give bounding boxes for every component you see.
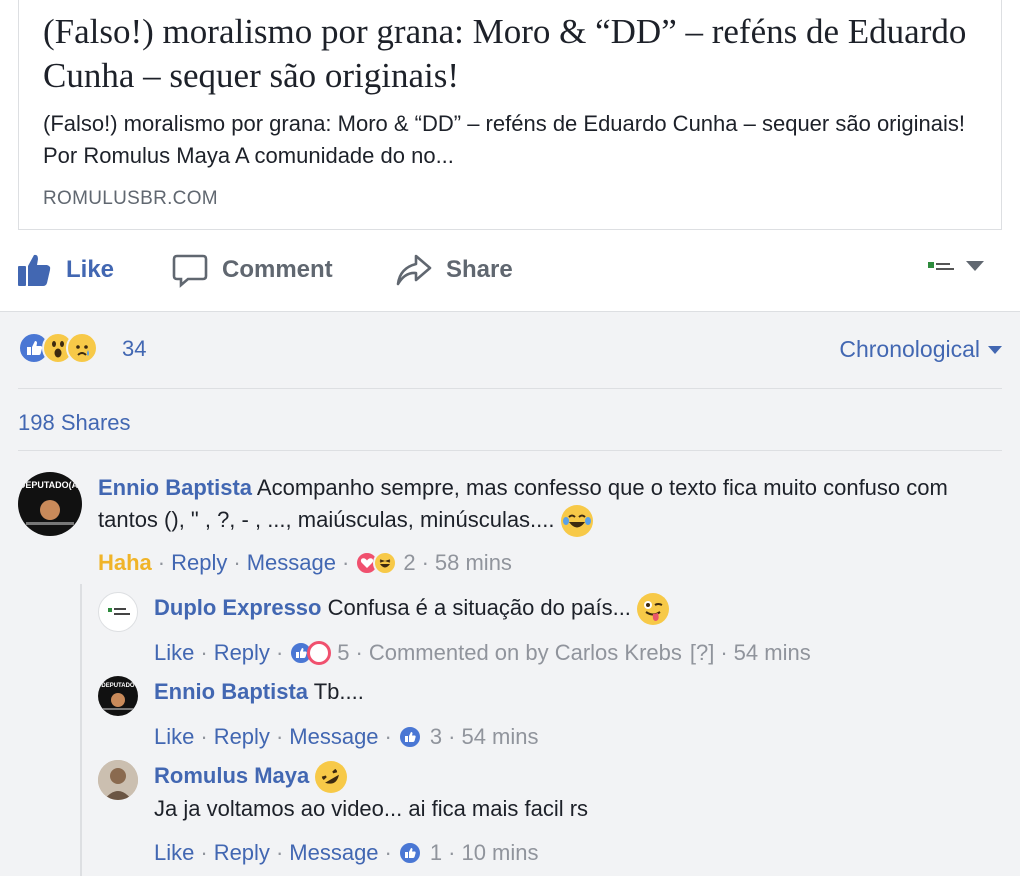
comment-text: Ja ja voltamos ao video... ai fica mais … <box>154 796 589 822</box>
comment-body: Romulus Maya Ja ja voltamos ao video... … <box>154 760 994 825</box>
reply-thread-line <box>80 584 82 876</box>
avatar[interactable] <box>98 760 138 800</box>
sad-reaction-icon <box>66 332 98 364</box>
reply-link[interactable]: Reply <box>171 550 227 576</box>
like-button[interactable]: Like <box>16 250 114 290</box>
love-reaction-icon <box>307 641 332 665</box>
comment-icon <box>172 254 208 288</box>
like-reaction-icon <box>397 841 422 865</box>
comment-text: Tb.... <box>313 679 364 704</box>
link-title[interactable]: (Falso!) moralismo por grana: Moro & “DD… <box>43 10 973 98</box>
comments-section: 34 Chronological 198 Shares DEPUTADO(A) … <box>0 312 1020 876</box>
comment-time[interactable]: 54 mins <box>461 724 538 750</box>
like-reaction-icon <box>397 725 422 749</box>
svg-text:DEPUTADO: DEPUTADO <box>101 683 135 689</box>
avatar[interactable] <box>98 592 138 632</box>
message-link[interactable]: Message <box>247 550 336 576</box>
reaction-count: 1 <box>429 840 443 865</box>
post-action-bar: Like Comment Share <box>0 240 1020 312</box>
share-button[interactable]: Share <box>396 250 513 290</box>
reaction-icons <box>18 332 98 364</box>
sort-label: Chronological <box>839 336 980 362</box>
comment-body: Ennio Baptista Tb.... <box>154 676 994 708</box>
help-link[interactable]: [?] <box>690 640 714 666</box>
chevron-down-icon <box>988 345 1002 354</box>
like-link[interactable]: Like <box>154 724 194 750</box>
message-link[interactable]: Message <box>289 840 378 866</box>
link-description: (Falso!) moralismo por grana: Moro & “DD… <box>43 111 965 168</box>
svg-text:DEPUTADO(A): DEPUTADO(A) <box>19 480 81 490</box>
comment-meta: Like · Reply · 5 · Commented on by Carlo… <box>154 640 811 666</box>
commented-on-by: Commented on by Carlos Krebs <box>368 640 682 665</box>
reaction-count: 5 <box>337 640 350 665</box>
message-link[interactable]: Message <box>289 724 378 750</box>
comment-time[interactable]: 10 mins <box>461 840 538 866</box>
comment-author[interactable]: Duplo Expresso <box>154 595 321 620</box>
like-link[interactable]: Like <box>154 640 194 666</box>
comment-meta: Like · Reply · Message · 1 · 10 mins <box>154 840 539 866</box>
link-domain: ROMULUSBR.COM <box>43 188 218 209</box>
comment-meta: Haha · Reply · Message · 2 · 58 mins <box>98 550 512 576</box>
share-icon <box>396 254 432 286</box>
reply-link[interactable]: Reply <box>214 840 270 866</box>
reaction-count: 3 <box>429 724 443 749</box>
link-preview-card[interactable]: (Falso!) moralismo por grana: Moro & “DD… <box>18 0 1002 230</box>
rolling-on-floor-laughing-emoji-icon <box>315 761 348 794</box>
duplo-expresso-logo <box>926 258 954 274</box>
comment-author[interactable]: Ennio Baptista <box>98 475 252 500</box>
avatar[interactable]: DEPUTADO <box>98 676 138 716</box>
chevron-down-icon <box>966 261 984 271</box>
tears-of-joy-emoji-icon <box>560 505 593 538</box>
comment-text: Confusa é a situação do país... <box>327 595 631 620</box>
reaction-count[interactable]: 34 <box>122 336 146 362</box>
divider <box>18 450 1002 451</box>
page-identity-selector[interactable] <box>926 258 984 274</box>
comment-reactions[interactable] <box>397 725 422 749</box>
comment-body: Ennio Baptista Acompanho sempre, mas con… <box>98 472 978 538</box>
reactions-summary[interactable]: 34 Chronological <box>18 332 1002 368</box>
comment-reactions[interactable] <box>397 841 422 865</box>
like-link[interactable]: Like <box>154 840 194 866</box>
comment-label: Comment <box>222 256 333 283</box>
reaction-count: 2 <box>403 550 416 575</box>
haha-reaction-icon <box>373 551 398 575</box>
haha-reaction-button[interactable]: Haha <box>98 550 152 576</box>
comment-author[interactable]: Romulus Maya <box>154 763 309 788</box>
shares-count[interactable]: 198 Shares <box>18 410 131 436</box>
comment-reactions[interactable] <box>355 551 398 575</box>
comment-time[interactable]: 58 mins <box>435 550 512 576</box>
comment-author[interactable]: Ennio Baptista <box>154 679 308 704</box>
comment-reactions[interactable] <box>289 641 332 665</box>
avatar[interactable]: DEPUTADO(A) <box>18 472 82 536</box>
comment-time[interactable]: 54 mins <box>734 640 811 666</box>
reply-link[interactable]: Reply <box>214 724 270 750</box>
comment-sort-dropdown[interactable]: Chronological <box>839 336 1002 363</box>
reply-link[interactable]: Reply <box>214 640 270 666</box>
comment-meta: Like · Reply · Message · 3 · 54 mins <box>154 724 539 750</box>
divider <box>18 388 1002 389</box>
share-label: Share <box>446 256 513 283</box>
thumbs-up-icon <box>18 254 51 286</box>
comment-body: Duplo Expresso Confusa é a situação do p… <box>154 592 994 626</box>
winking-tongue-emoji-icon <box>637 593 670 626</box>
comment-button[interactable]: Comment <box>172 250 333 290</box>
like-label: Like <box>66 256 115 283</box>
